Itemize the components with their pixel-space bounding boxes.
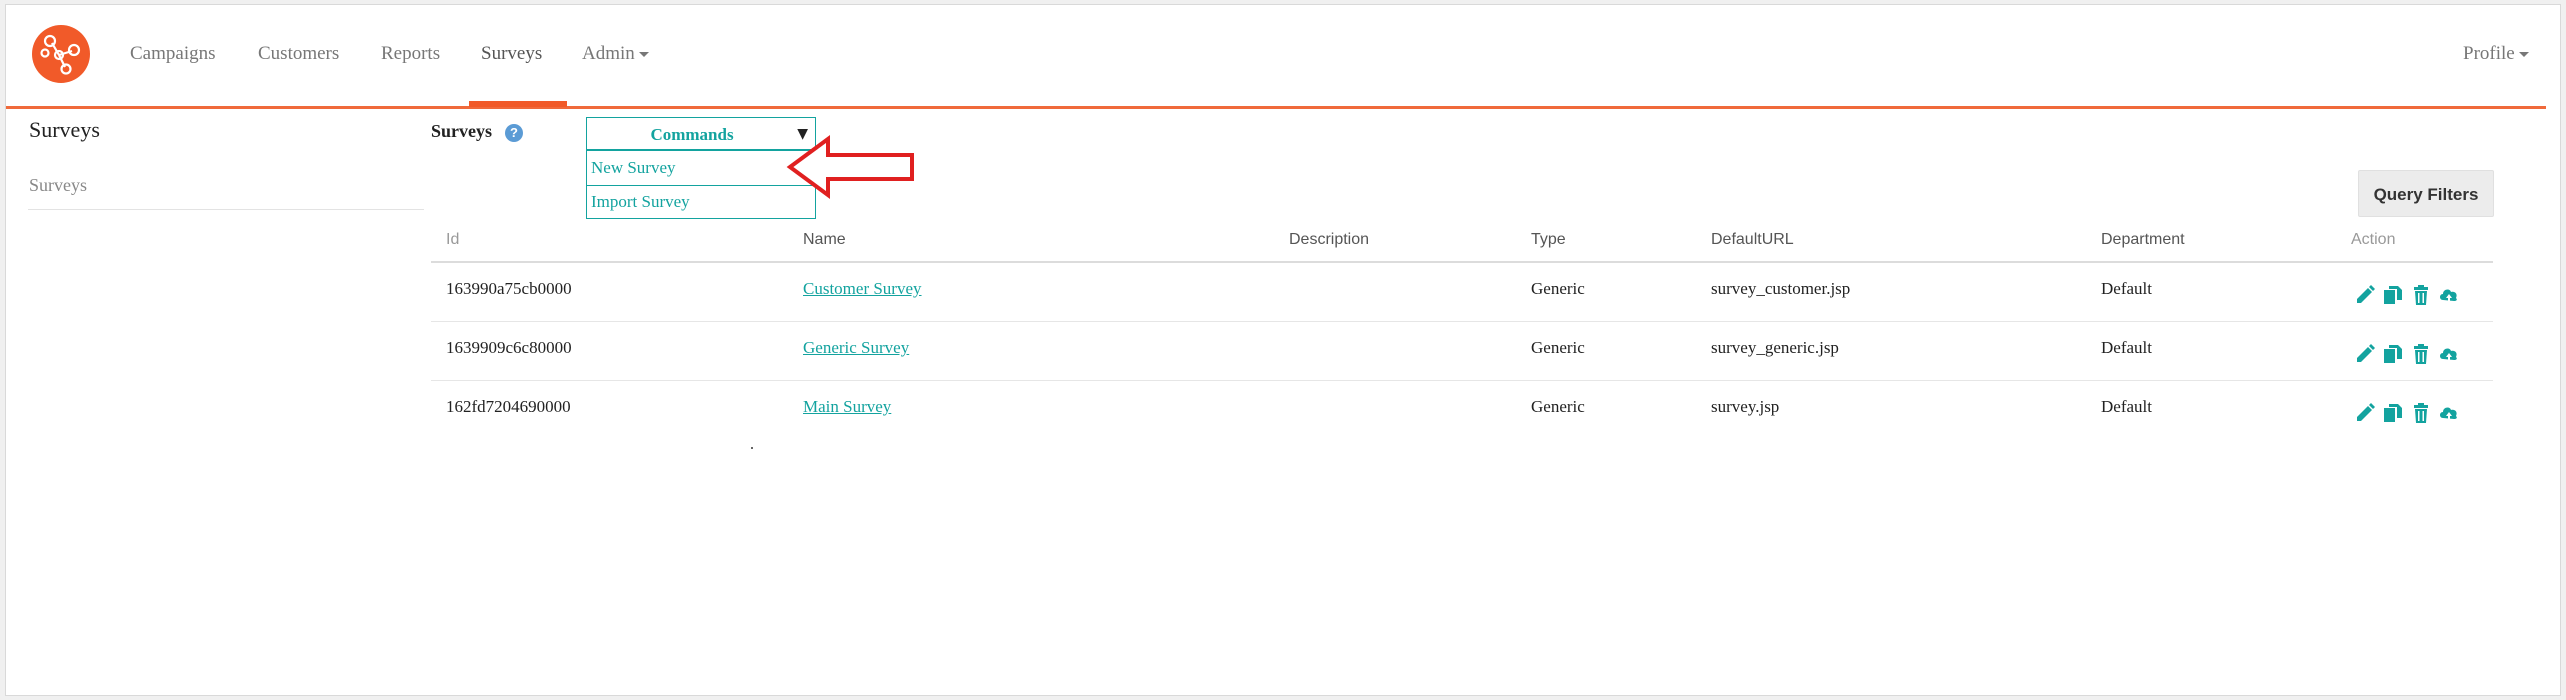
edit-icon[interactable] <box>2353 401 2377 425</box>
sidebar-divider <box>28 209 424 210</box>
nav-profile-label: Profile <box>2463 43 2515 64</box>
edit-icon[interactable] <box>2353 283 2377 307</box>
commands-menu: New Survey Import Survey <box>586 150 816 219</box>
active-tab-indicator <box>469 101 567 107</box>
cell-type: Generic <box>1531 279 1585 298</box>
nav-profile[interactable]: Profile <box>2463 43 2529 65</box>
table-row: 163990a75cb0000 Customer Survey Generic … <box>431 263 2493 322</box>
table-row: 162fd7204690000 Main Survey Generic surv… <box>431 381 2493 440</box>
delete-icon[interactable] <box>2409 283 2433 307</box>
menu-item-import-survey[interactable]: Import Survey <box>591 192 690 212</box>
cell-name: Customer Survey <box>803 279 922 299</box>
nav-surveys[interactable]: Surveys <box>481 43 542 65</box>
cell-defaulturl: survey_customer.jsp <box>1711 279 1851 298</box>
cell-defaulturl: survey.jsp <box>1711 397 1780 416</box>
nav-campaigns[interactable]: Campaigns <box>130 43 216 65</box>
column-header-action: Action <box>2351 231 2396 248</box>
menu-item-new-survey[interactable]: New Survey <box>591 158 676 178</box>
copy-icon[interactable] <box>2381 401 2405 425</box>
survey-link-customer-survey[interactable]: Customer Survey <box>803 279 922 298</box>
commands-label: Commands <box>650 125 734 144</box>
cell-department: Default <box>2101 338 2152 357</box>
top-navbar: Campaigns Customers Reports Surveys Admi… <box>6 5 2546 109</box>
nav-admin[interactable]: Admin <box>582 43 649 65</box>
menu-divider <box>587 185 815 186</box>
commands-dropdown[interactable]: Commands ▼ <box>586 117 816 150</box>
cell-id: 1639909c6c80000 <box>446 338 572 357</box>
edit-icon[interactable] <box>2353 342 2377 366</box>
cell-defaulturl: survey_generic.jsp <box>1711 338 1839 357</box>
annotation-arrow-icon <box>786 135 914 199</box>
cloud-upload-icon[interactable] <box>2437 283 2461 307</box>
nav-admin-label: Admin <box>582 43 635 64</box>
nav-reports[interactable]: Reports <box>381 43 440 65</box>
delete-icon[interactable] <box>2409 401 2433 425</box>
cell-type: Generic <box>1531 397 1585 416</box>
column-header-name[interactable]: Name <box>803 231 846 249</box>
cloud-upload-icon[interactable] <box>2437 401 2461 425</box>
cell-name: Generic Survey <box>803 338 909 358</box>
stray-dot <box>751 447 753 449</box>
app-window: Campaigns Customers Reports Surveys Admi… <box>5 4 2561 696</box>
query-filters-button[interactable]: Query Filters <box>2358 170 2494 217</box>
cell-department: Default <box>2101 279 2152 298</box>
column-header-defaulturl[interactable]: DefaultURL <box>1711 231 1794 249</box>
column-header-description[interactable]: Description <box>1289 231 1369 249</box>
cell-type: Generic <box>1531 338 1585 357</box>
caret-down-icon <box>638 52 649 58</box>
copy-icon[interactable] <box>2381 283 2405 307</box>
sidebar-title: Surveys <box>29 117 100 142</box>
survey-link-main-survey[interactable]: Main Survey <box>803 397 891 416</box>
cell-id: 163990a75cb0000 <box>446 279 572 298</box>
logo-icon[interactable] <box>32 25 90 83</box>
nav-customers[interactable]: Customers <box>258 43 339 65</box>
column-header-id[interactable]: Id <box>446 231 459 249</box>
page-title: Surveys <box>431 121 493 141</box>
column-header-department[interactable]: Department <box>2101 231 2185 249</box>
delete-icon[interactable] <box>2409 342 2433 366</box>
caret-down-icon <box>2518 52 2529 58</box>
sidebar-item-surveys[interactable]: Surveys <box>29 175 87 196</box>
cell-department: Default <box>2101 397 2152 416</box>
cloud-upload-icon[interactable] <box>2437 342 2461 366</box>
survey-link-generic-survey[interactable]: Generic Survey <box>803 338 909 357</box>
column-header-type[interactable]: Type <box>1531 231 1566 249</box>
cell-id: 162fd7204690000 <box>446 397 571 416</box>
help-icon[interactable]: ? <box>505 124 523 142</box>
cell-name: Main Survey <box>803 397 891 417</box>
copy-icon[interactable] <box>2381 342 2405 366</box>
table-row: 1639909c6c80000 Generic Survey Generic s… <box>431 322 2493 381</box>
